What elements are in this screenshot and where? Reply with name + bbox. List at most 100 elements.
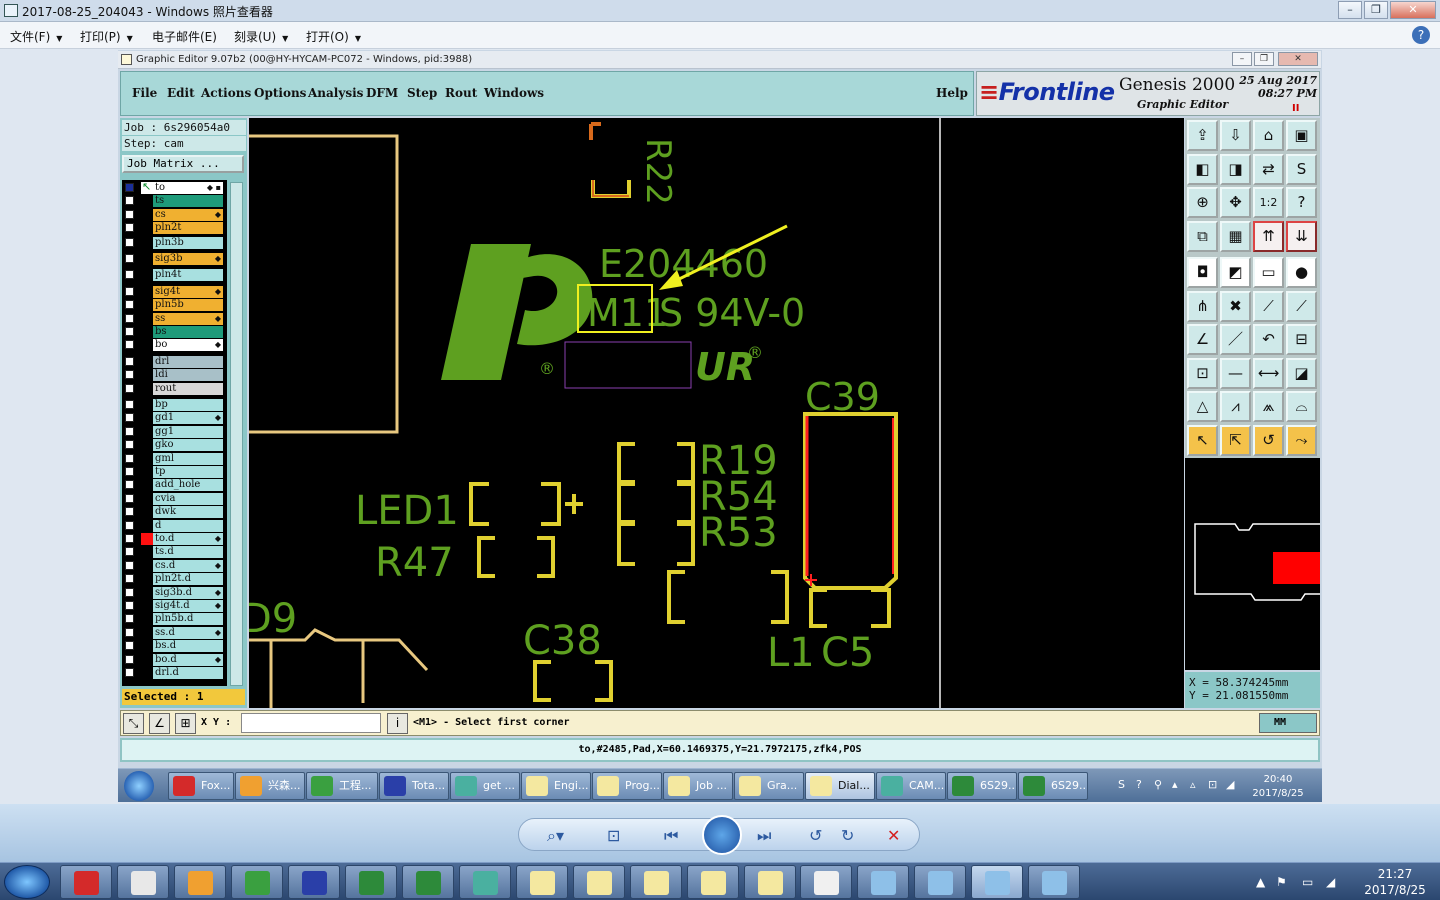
layer-affected-indicator[interactable]: [141, 412, 153, 424]
arc-icon[interactable]: ↶: [1253, 324, 1284, 355]
layer-checkbox[interactable]: [125, 654, 134, 664]
layer-checkbox[interactable]: [125, 614, 134, 624]
menu-email[interactable]: 电子邮件(E): [152, 28, 217, 45]
layer-affected-indicator[interactable]: [141, 560, 153, 572]
select-box-icon[interactable]: ⇱: [1220, 424, 1251, 456]
layer-affected-indicator[interactable]: [141, 627, 153, 639]
layer-affected-indicator[interactable]: [141, 520, 153, 532]
pad-icon[interactable]: ◘: [1187, 257, 1218, 288]
layer-checkbox[interactable]: [125, 183, 134, 192]
home-icon[interactable]: ⌂: [1253, 120, 1284, 151]
layer-checkbox[interactable]: [125, 641, 134, 651]
layer-row[interactable]: ↖ to ◆ ▪: [122, 180, 227, 194]
layer-affected-indicator[interactable]: [141, 286, 153, 298]
layer-checkbox[interactable]: [125, 383, 134, 393]
layer-name[interactable]: gml: [153, 452, 223, 465]
layer-row[interactable]: pln5b: [122, 299, 227, 312]
gmenu-rout[interactable]: Rout: [445, 86, 477, 100]
zoom-fit-icon[interactable]: ⊕: [1187, 187, 1218, 218]
layer-name[interactable]: dwk: [153, 506, 223, 519]
layer-row[interactable]: pln2t.d: [122, 573, 227, 586]
taskbar-document[interactable]: [800, 865, 852, 899]
taskbar-genesis-1[interactable]: [516, 865, 568, 899]
layer-affected-indicator[interactable]: [141, 573, 153, 585]
system-clock[interactable]: 21:27 2017/8/25: [1350, 866, 1440, 898]
layer-name[interactable]: gg1: [153, 425, 223, 438]
menu-open[interactable]: 打开(O) ▼: [306, 28, 361, 45]
layer-row[interactable]: pln4t: [122, 269, 227, 282]
layer-name[interactable]: cs.d ◆: [153, 559, 223, 572]
layer-affected-indicator[interactable]: [141, 506, 153, 518]
taskbar-notepad[interactable]: [117, 865, 169, 899]
layer-row[interactable]: gml: [122, 452, 227, 465]
layer-name[interactable]: tp: [153, 466, 223, 478]
layer-name[interactable]: drl.d: [153, 667, 223, 679]
layer-name[interactable]: gd1 ◆: [153, 412, 223, 425]
genesis-minimize-button[interactable]: –: [1232, 52, 1252, 66]
layer-checkbox[interactable]: [125, 493, 134, 503]
dfm-icon[interactable]: ⊟: [1286, 324, 1317, 355]
add-node-icon[interactable]: ⊡: [1187, 357, 1218, 389]
menu-file[interactable]: 文件(F) ▼: [10, 28, 62, 45]
layer-affected-indicator[interactable]: [141, 640, 153, 652]
layer-affected-indicator[interactable]: [141, 237, 153, 249]
layer-name[interactable]: cvia: [153, 492, 223, 505]
layer-affected-indicator[interactable]: [141, 667, 153, 679]
tray-expand-icon[interactable]: ▲: [1256, 875, 1265, 889]
snap-icon[interactable]: S: [1286, 153, 1317, 185]
layer-affected-indicator[interactable]: [141, 426, 153, 438]
layer-checkbox[interactable]: [125, 223, 134, 233]
layer-affected-indicator[interactable]: [141, 313, 153, 325]
layer-row[interactable]: bs: [122, 326, 227, 338]
layer-checkbox[interactable]: [125, 668, 134, 677]
taskbar-genesis-4[interactable]: [687, 865, 739, 899]
layer-row[interactable]: cvia: [122, 492, 227, 505]
window-icon[interactable]: ▣: [1286, 120, 1317, 151]
layer-name[interactable]: sig3b ◆: [153, 253, 223, 265]
diagonal-icon[interactable]: ／: [1220, 324, 1251, 355]
layer-row[interactable]: drl: [122, 355, 227, 368]
layer-checkbox[interactable]: [125, 547, 134, 557]
taskbar-engineering[interactable]: [231, 865, 283, 899]
taskbar-photo-4[interactable]: [1028, 865, 1080, 899]
layer-name[interactable]: ts: [153, 195, 223, 208]
select-icon[interactable]: ↖: [1187, 424, 1218, 456]
layer-name[interactable]: pln4t: [153, 269, 223, 282]
layer-row[interactable]: to.d ◆: [122, 533, 227, 545]
layer-name[interactable]: pln2t.d: [153, 573, 223, 586]
tray-app-icon[interactable]: ◢: [1326, 875, 1335, 889]
layer-checkbox[interactable]: [125, 286, 134, 296]
genesis-close-button[interactable]: ✕: [1278, 52, 1318, 66]
layer-affected-indicator[interactable]: [141, 453, 153, 465]
layer-checkbox[interactable]: [125, 467, 134, 476]
connect-icon[interactable]: ⋔: [1187, 290, 1218, 322]
layer-affected-indicator[interactable]: [141, 369, 153, 381]
pan-left-icon[interactable]: ◧: [1187, 153, 1218, 185]
help-icon[interactable]: ?: [1412, 26, 1430, 44]
layer-row[interactable]: bo.d ◆: [122, 653, 227, 666]
layer-name[interactable]: pln3b: [153, 236, 223, 249]
layer-affected-indicator[interactable]: [141, 654, 153, 666]
taskbar-photo-1[interactable]: [857, 865, 909, 899]
layer-name[interactable]: sig4t.d ◆: [153, 600, 223, 612]
graphic-canvas[interactable]: R22 ® E204460 M11 S 94V-0 UR ® C39 R19 R…: [249, 118, 939, 708]
taskbar-genesis-2[interactable]: [573, 865, 625, 899]
layer-row[interactable]: ss.d ◆: [122, 626, 227, 639]
layer-affected-indicator[interactable]: [141, 356, 153, 368]
pause-indicator[interactable]: II: [1292, 103, 1299, 114]
layer-checkbox[interactable]: [125, 520, 134, 530]
layer-affected-indicator[interactable]: [141, 546, 153, 558]
layer-checkbox[interactable]: [125, 627, 134, 637]
layer-affected-indicator[interactable]: [141, 222, 153, 234]
layer-row[interactable]: ldi: [122, 369, 227, 382]
layer-name[interactable]: pln5b: [153, 299, 223, 312]
gmenu-help[interactable]: Help: [936, 86, 968, 100]
layer-name[interactable]: pln2t: [153, 222, 223, 235]
layer-row[interactable]: gko: [122, 439, 227, 452]
save-icon[interactable]: ⇩: [1220, 120, 1251, 151]
gmenu-actions[interactable]: Actions: [201, 86, 251, 100]
layers-up-icon[interactable]: ⇈: [1253, 220, 1284, 252]
layer-row[interactable]: sig4t ◆: [122, 285, 227, 298]
menu-print[interactable]: 打印(P) ▼: [80, 28, 133, 45]
layer-name[interactable]: bs.d: [153, 640, 223, 653]
